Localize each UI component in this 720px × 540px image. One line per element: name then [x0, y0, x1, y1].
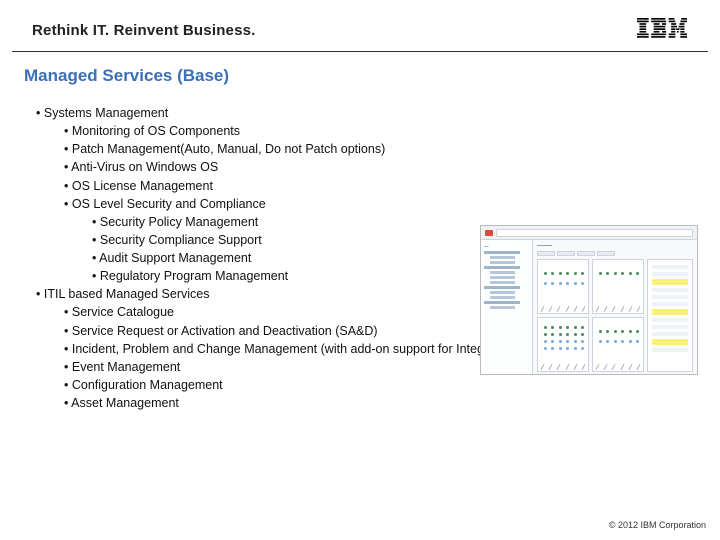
ibm-logo: [636, 18, 688, 43]
list-item: Systems Management: [36, 104, 700, 122]
ibm-logo-icon: [636, 18, 688, 38]
slide-header: Rethink IT. Reinvent Business.: [12, 0, 708, 52]
slide-title: Managed Services (Base): [0, 52, 720, 86]
list-item: Asset Management: [36, 394, 700, 412]
list-item: OS License Management: [36, 177, 700, 195]
list-item: Patch Management(Auto, Manual, Do not Pa…: [36, 140, 700, 158]
list-item: Configuration Management: [36, 376, 700, 394]
dashboard-thumbnail: — ———: [480, 225, 698, 375]
list-item: OS Level Security and Compliance: [36, 195, 700, 213]
copyright-footer: © 2012 IBM Corporation: [609, 520, 706, 530]
list-item: Monitoring of OS Components: [36, 122, 700, 140]
tagline: Rethink IT. Reinvent Business.: [32, 22, 256, 39]
list-item: Anti-Virus on Windows OS: [36, 158, 700, 176]
